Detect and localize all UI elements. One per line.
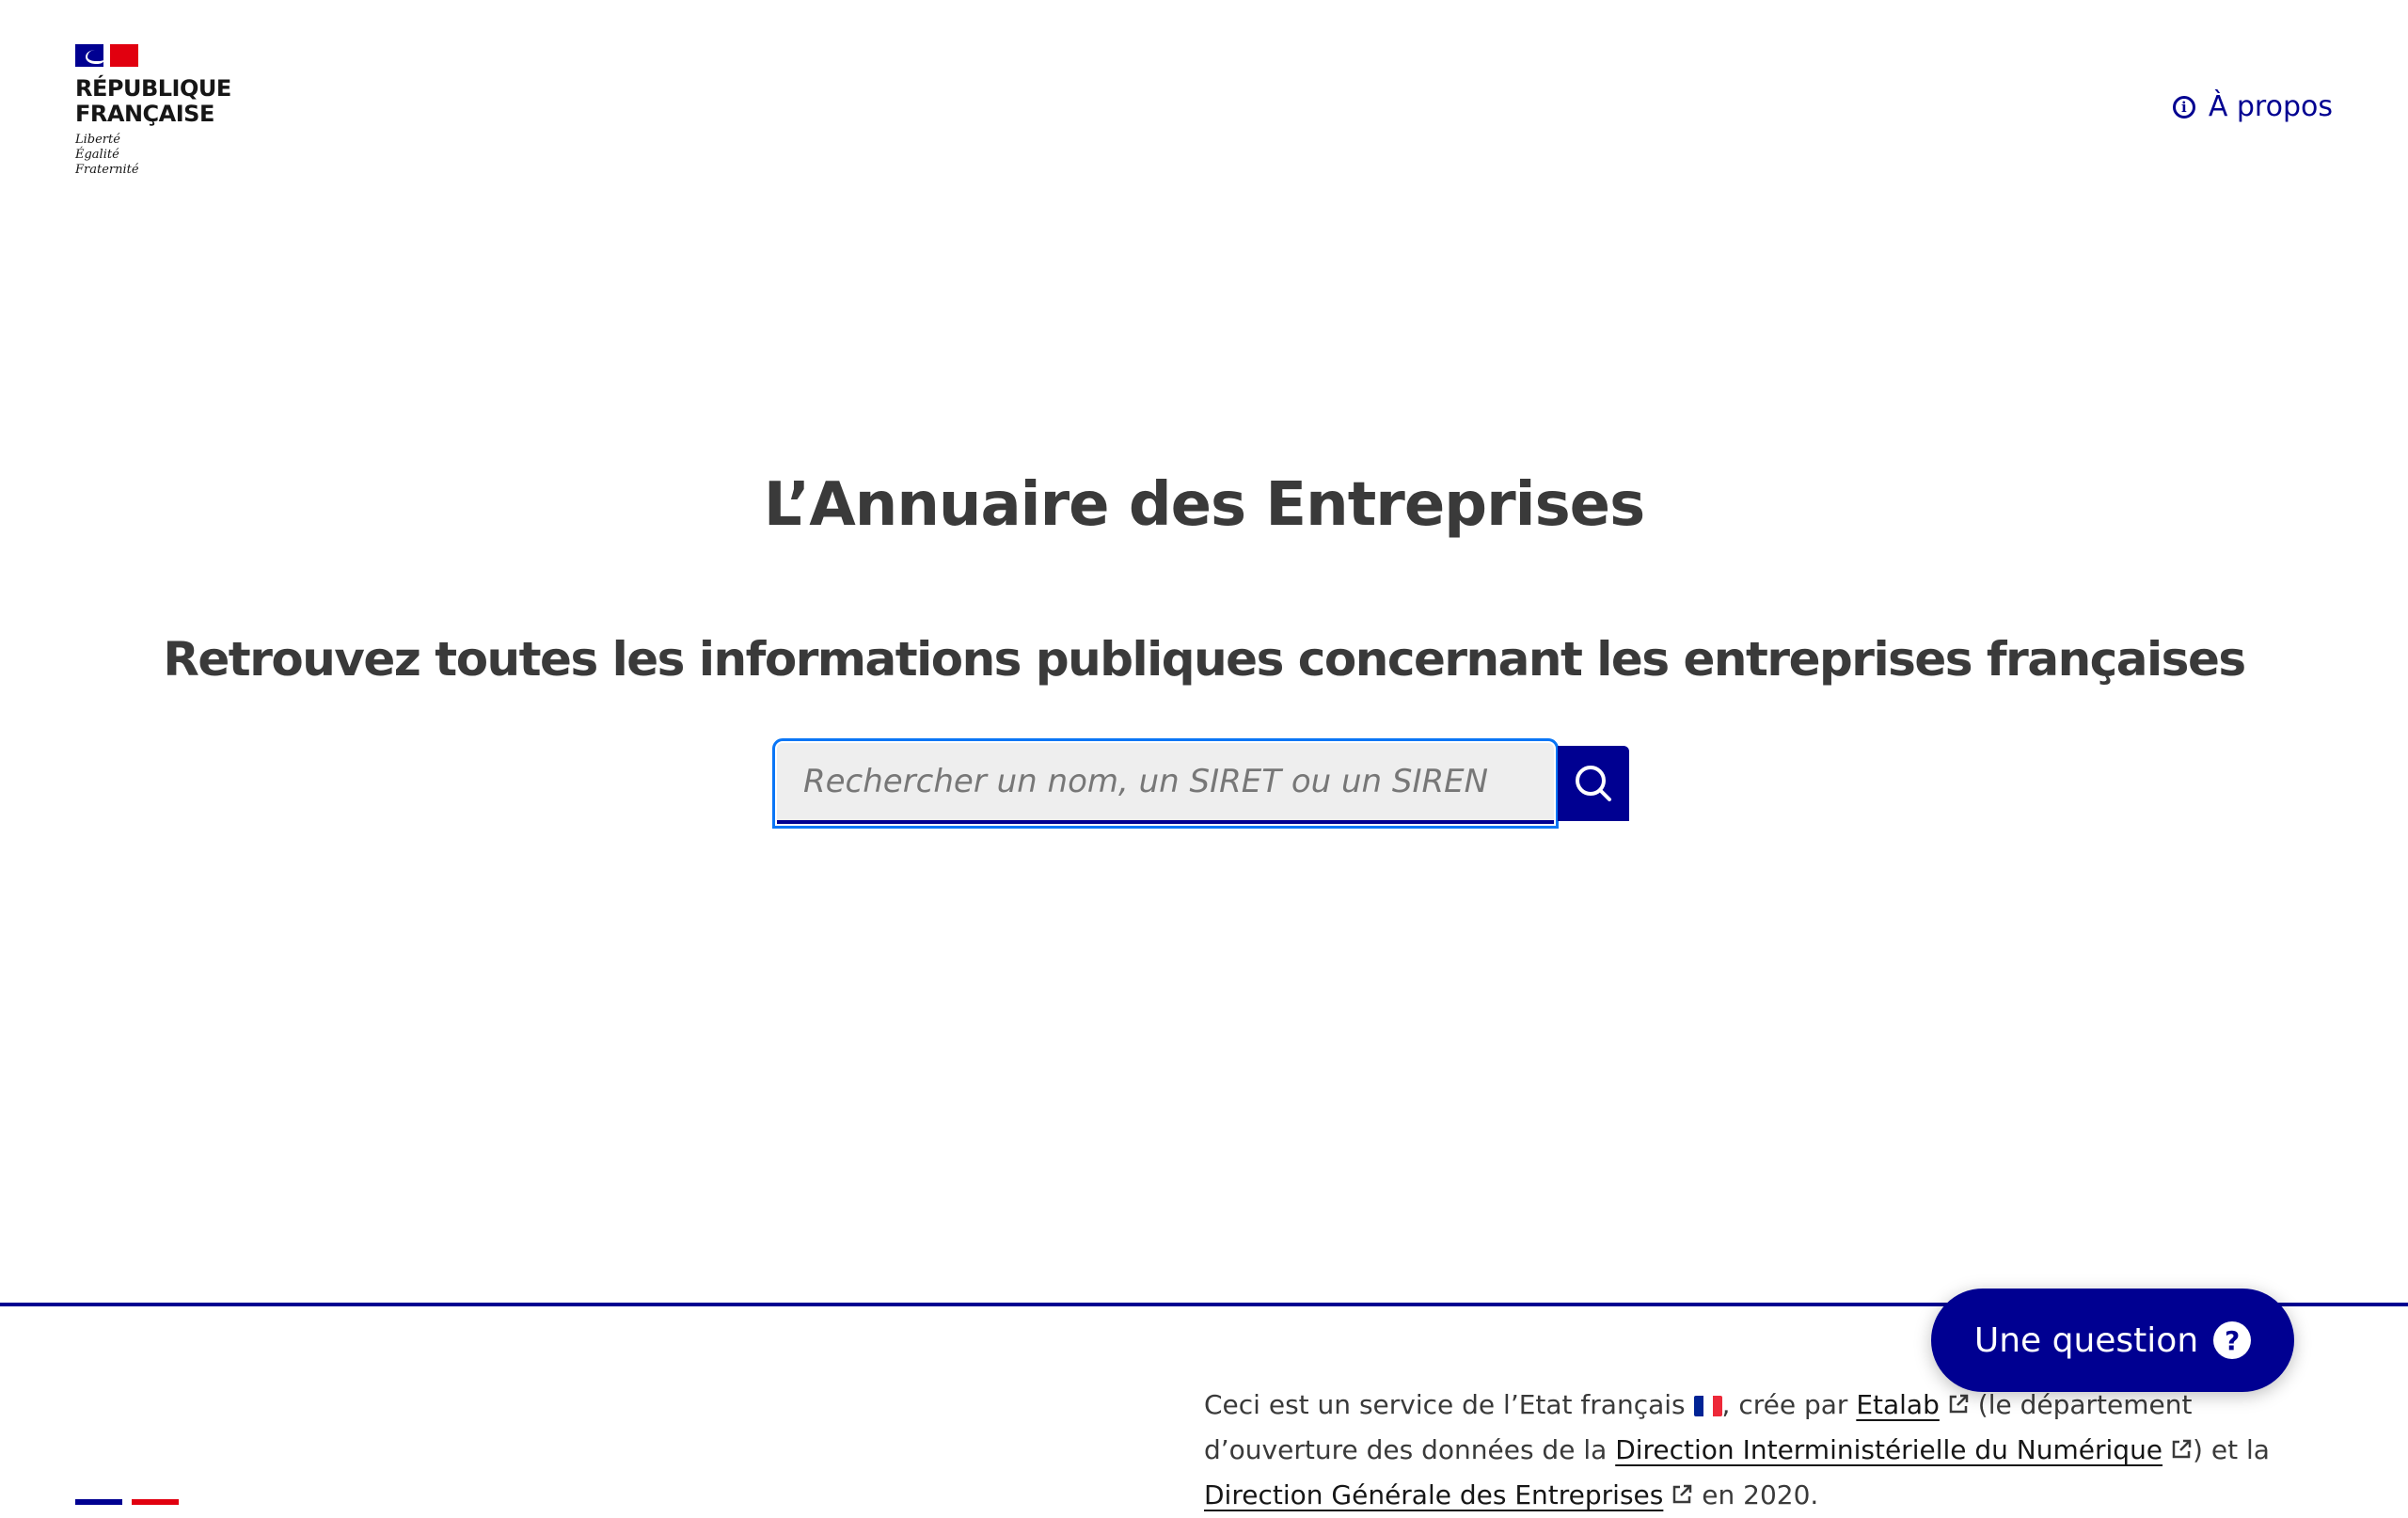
logo-motto: Liberté Égalité Fraternité xyxy=(75,133,231,178)
logo-line-1: RÉPUBLIQUE xyxy=(75,75,231,102)
question-icon: ? xyxy=(2213,1321,2252,1359)
search-icon xyxy=(1576,766,1611,801)
help-label: Une question xyxy=(1973,1320,2199,1360)
logo-line-2: FRANÇAISE xyxy=(75,101,214,127)
republique-francaise-logo[interactable]: RÉPUBLIQUE FRANÇAISE Liberté Égalité Fra… xyxy=(75,44,231,178)
search-input[interactable] xyxy=(772,738,1559,829)
external-link-icon xyxy=(1949,1394,1969,1414)
footer-text-5: en 2020. xyxy=(1702,1479,1819,1510)
french-flag-icon xyxy=(75,44,138,67)
logo-title: RÉPUBLIQUE FRANÇAISE xyxy=(75,76,231,127)
page-subtitle: Retrouvez toutes les informations publiq… xyxy=(163,632,2246,687)
external-link-icon xyxy=(2172,1439,2192,1459)
help-button[interactable]: Une question ? xyxy=(1931,1289,2294,1392)
etalab-link[interactable]: Etalab xyxy=(1856,1389,1970,1420)
footer-flag-icon xyxy=(75,1499,179,1505)
motto-fraternite: Fraternité xyxy=(75,163,139,177)
motto-liberte: Liberté xyxy=(75,133,120,147)
search-button[interactable] xyxy=(1558,746,1629,821)
info-icon: i xyxy=(2172,95,2195,119)
page-title: L’Annuaire des Entreprises xyxy=(763,470,1645,540)
footer-text-4: ) et la xyxy=(2193,1434,2270,1465)
external-link-icon xyxy=(1673,1484,1692,1504)
footer-text: Ceci est un service de l’Etat français ,… xyxy=(1204,1383,2333,1518)
footer-text-2: , crée par xyxy=(1721,1389,1848,1420)
french-flag-icon xyxy=(1693,1396,1722,1416)
about-link[interactable]: i À propos xyxy=(2172,90,2333,123)
about-label: À propos xyxy=(2208,90,2333,123)
dge-link[interactable]: Direction Générale des Entreprises xyxy=(1204,1479,1693,1510)
dinum-link[interactable]: Direction Interministérielle du Numériqu… xyxy=(1615,1434,2193,1465)
motto-egalite: Égalité xyxy=(75,148,119,162)
search-form xyxy=(772,738,1629,829)
footer-text-1: Ceci est un service de l’Etat français xyxy=(1204,1389,1686,1420)
